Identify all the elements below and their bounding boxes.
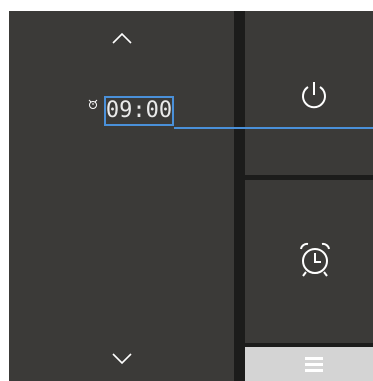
alarm-clock-icon <box>300 242 330 277</box>
time-display[interactable]: 09:00 <box>104 96 174 126</box>
highlight-callout-line <box>174 127 373 129</box>
alarm-indicator-icon <box>88 99 98 109</box>
time-text: 09:00 <box>105 98 173 123</box>
chevron-down-icon[interactable] <box>110 352 134 366</box>
chevron-up-icon[interactable] <box>110 31 134 45</box>
power-icon <box>302 82 326 109</box>
hamburger-menu-icon <box>305 357 323 372</box>
time-adjust-pane <box>9 11 234 381</box>
